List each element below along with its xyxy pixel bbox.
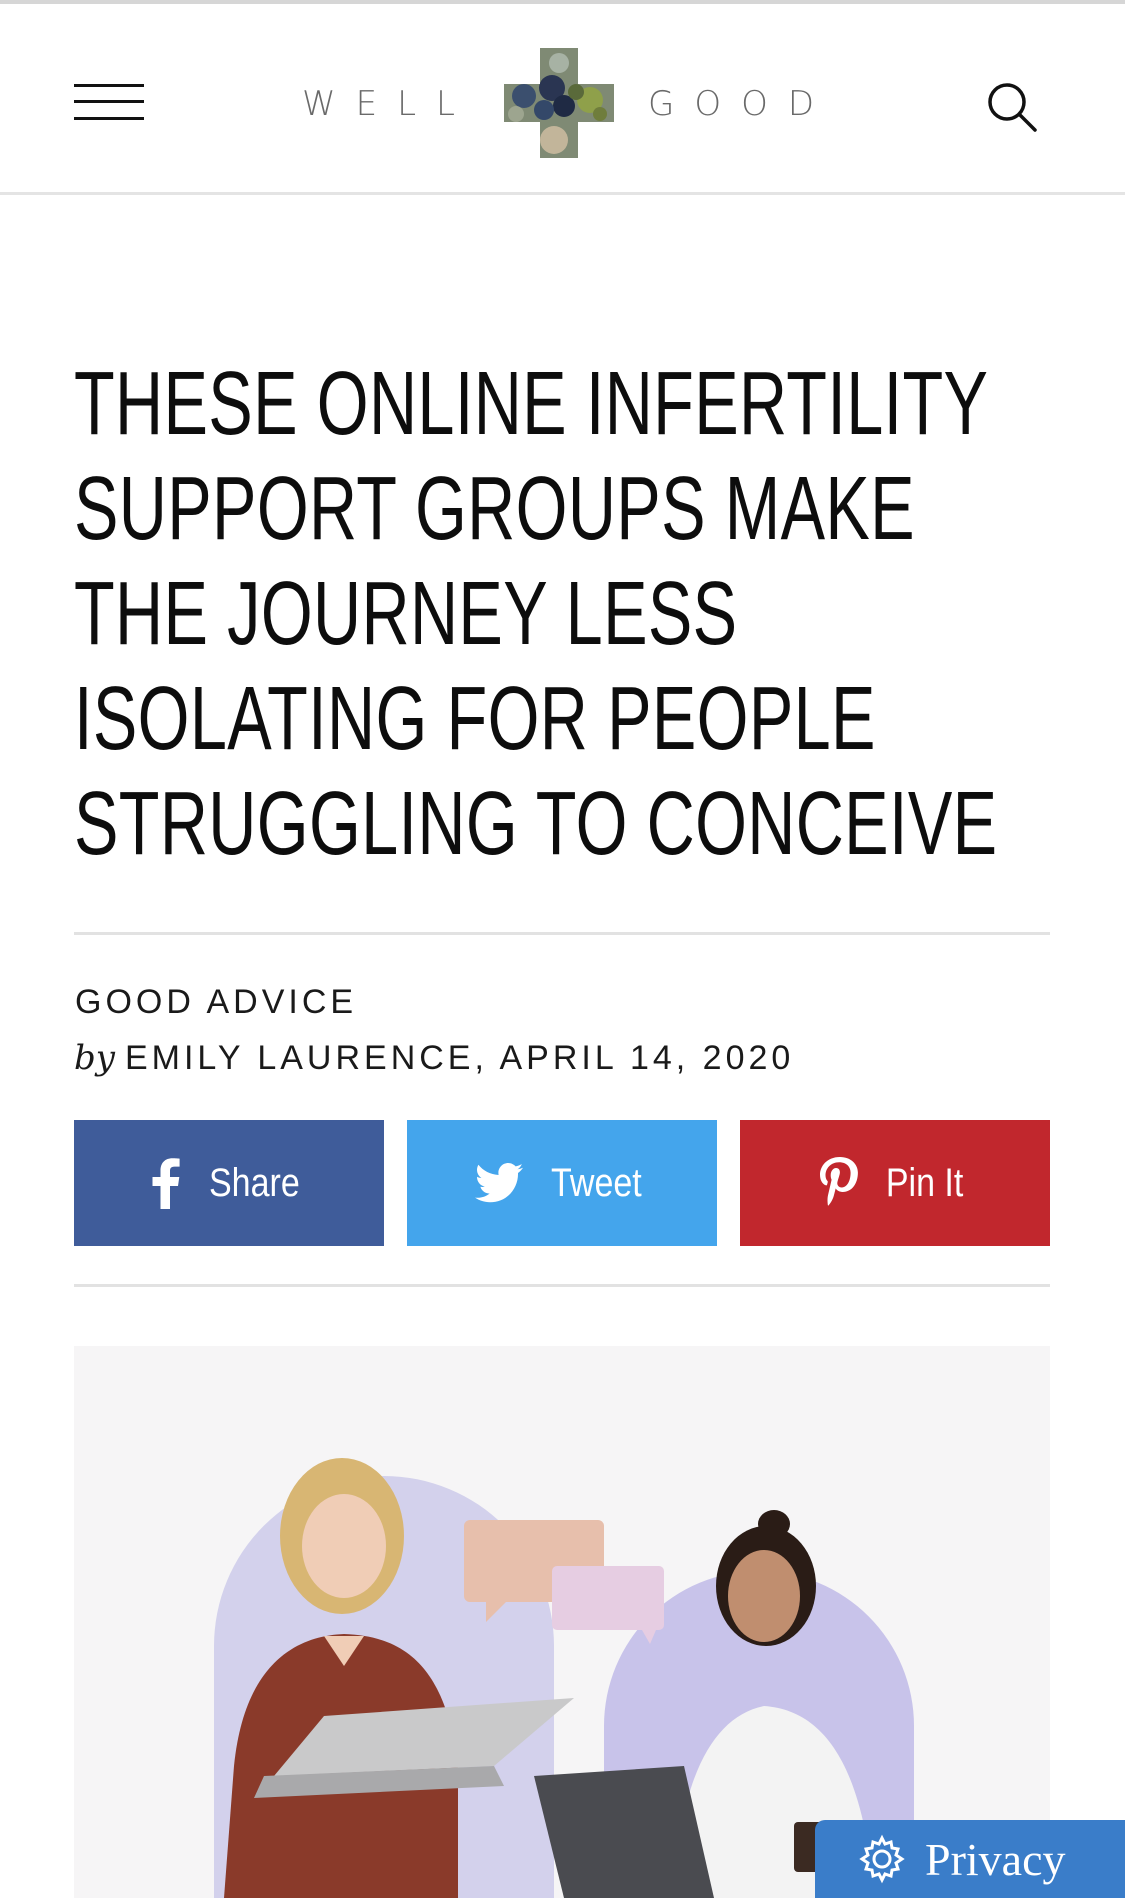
facebook-share-label: Share xyxy=(208,1160,300,1205)
pinterest-share-label: Pin It xyxy=(886,1160,964,1205)
twitter-share-label: Tweet xyxy=(550,1160,642,1205)
logo-cross-icon xyxy=(504,48,614,158)
pinterest-icon xyxy=(820,1157,859,1206)
site-header: WELL GOOD xyxy=(0,4,1125,195)
article-headline: These Online Infertility Support Groups … xyxy=(74,354,998,874)
divider xyxy=(74,932,1050,935)
site-logo[interactable]: WELL GOOD xyxy=(300,44,820,162)
gear-icon xyxy=(859,1834,905,1884)
byline-author-date[interactable]: EMILY LAURENCE, APRIL 14, 2020 xyxy=(125,1039,794,1077)
pinterest-share-button[interactable]: Pin It xyxy=(740,1120,1050,1246)
logo-text-right: GOOD xyxy=(648,84,835,124)
logo-text-left: WELL xyxy=(302,84,475,124)
article-byline: by EMILY LAURENCE, APRIL 14, 2020 xyxy=(74,1038,794,1078)
hamburger-menu-icon[interactable] xyxy=(74,82,144,128)
twitter-icon xyxy=(474,1163,523,1203)
twitter-share-button[interactable]: Tweet xyxy=(407,1120,717,1246)
share-buttons: Share Tweet Pin It xyxy=(74,1120,1050,1246)
hero-image xyxy=(74,1346,1050,1898)
search-icon[interactable] xyxy=(985,80,1039,134)
hero-illustration xyxy=(214,1458,914,1898)
byline-prefix: by xyxy=(74,1038,115,1078)
article-category[interactable]: GOOD ADVICE xyxy=(75,983,357,1022)
facebook-icon xyxy=(152,1158,180,1209)
divider xyxy=(74,1284,1050,1287)
privacy-label: Privacy xyxy=(925,1833,1066,1885)
facebook-share-button[interactable]: Share xyxy=(74,1120,384,1246)
privacy-settings-button[interactable]: Privacy xyxy=(815,1820,1125,1898)
